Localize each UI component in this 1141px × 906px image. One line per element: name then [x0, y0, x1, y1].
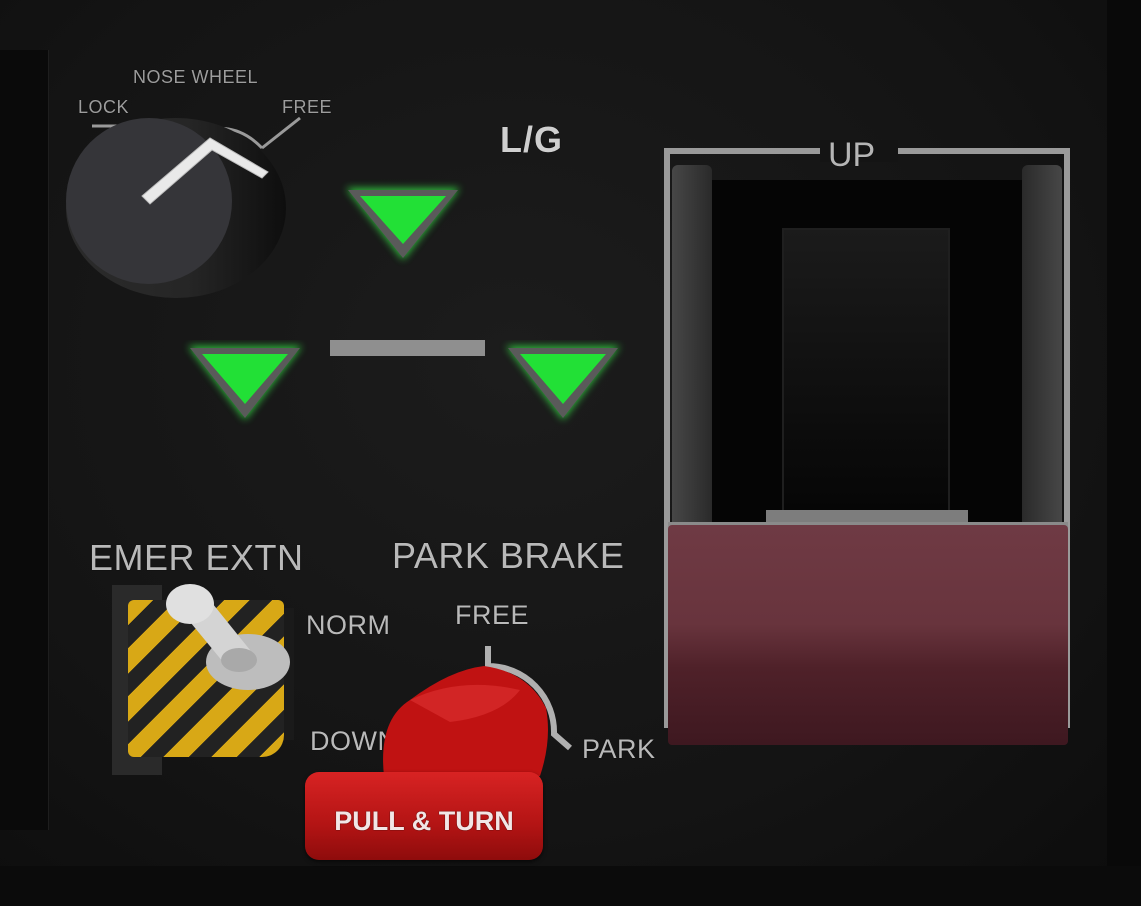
nose-wheel-title: NOSE WHEEL: [133, 67, 259, 87]
gear-lever-right-rail: [1022, 165, 1062, 545]
park-brake-park-label: PARK: [582, 734, 656, 764]
gear-lever-left-rail: [672, 165, 712, 545]
emer-extn-title: EMER EXTN: [89, 537, 304, 578]
nose-wheel-knob-face[interactable]: [66, 118, 232, 284]
gear-lever-shaft: [782, 228, 950, 528]
right-gear-down-indicator-icon: [506, 346, 620, 420]
park-brake-knob-label: PULL & TURN: [334, 806, 514, 836]
park-brake-free-label: FREE: [455, 600, 530, 630]
emer-extn-norm-label: NORM: [306, 610, 391, 640]
landing-gear-title: L/G: [500, 119, 563, 160]
panel-left-edge: [0, 50, 49, 830]
panel-bottom-edge: [0, 866, 1141, 906]
left-gear-down-indicator-icon: [188, 346, 302, 420]
nose-gear-down-indicator-icon: [346, 188, 460, 260]
nose-wheel-free-label: FREE: [282, 97, 333, 117]
emer-extn-hazard-guard[interactable]: [128, 600, 284, 757]
park-brake-title: PARK BRAKE: [392, 535, 625, 576]
gear-indicator-divider: [330, 340, 485, 356]
gear-lever-handle[interactable]: [668, 525, 1068, 745]
nose-wheel-lock-label: LOCK: [78, 97, 130, 117]
gear-lever-up-label: UP: [828, 136, 876, 174]
emer-extn-down-label: DOWN: [310, 726, 398, 756]
panel-right-edge: [1107, 0, 1141, 906]
